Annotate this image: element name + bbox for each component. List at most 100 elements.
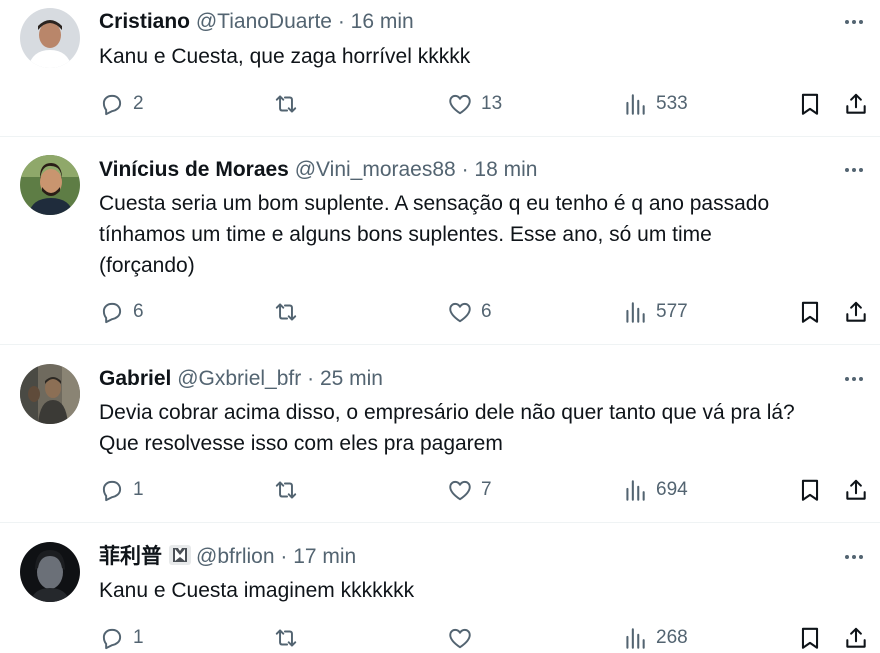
views-icon — [626, 94, 645, 115]
like-icon — [449, 628, 471, 649]
tweet-text-line: Que resolvesse isso com eles pra pagarem — [99, 432, 503, 455]
action-bar: 2 13 533 — [0, 89, 880, 119]
bookmark-icon — [801, 627, 819, 649]
more-icon — [845, 555, 863, 559]
tweet-text-line: Kanu e Cuesta, que zaga horrível kkkkk — [99, 45, 471, 68]
reply-icon — [102, 628, 122, 650]
view-count: 533 — [656, 93, 688, 114]
tweet[interactable]: 菲利普 @bfrlion · 17 min Kanu e Cuesta imagi… — [0, 523, 880, 650]
tweet-text: Cuesta seria um bom suplente. A sensação… — [99, 188, 869, 281]
avatar[interactable] — [20, 542, 80, 602]
bookmark-button[interactable] — [797, 297, 823, 327]
reply-count: 1 — [133, 479, 144, 500]
tweet-text-line: Kanu e Cuesta imaginem kkkkkkk — [99, 579, 415, 602]
retweet-button[interactable] — [273, 89, 307, 119]
more-options-button[interactable] — [842, 158, 866, 182]
bookmark-icon — [801, 479, 819, 501]
tweet-header: Vinícius de Moraes @Vini_moraes88 · 18 m… — [99, 156, 537, 184]
tweet-header: 菲利普 @bfrlion · 17 min — [99, 543, 356, 571]
avatar-photo — [20, 542, 80, 602]
reply-icon — [102, 480, 122, 502]
display-name[interactable]: Vinícius de Moraes — [99, 158, 289, 181]
separator-dot: · — [280, 545, 288, 568]
view-count: 694 — [656, 479, 688, 500]
reply-count: 6 — [133, 301, 144, 322]
display-name[interactable]: Gabriel — [99, 367, 171, 390]
like-button[interactable] — [447, 623, 481, 653]
share-button[interactable] — [843, 475, 869, 505]
views-icon — [626, 628, 645, 649]
display-name[interactable]: 菲利普 — [99, 545, 162, 568]
share-icon — [846, 479, 866, 500]
reply-icon — [102, 302, 122, 324]
bookmark-button[interactable] — [797, 475, 823, 505]
share-icon — [846, 627, 866, 648]
more-options-button[interactable] — [842, 10, 866, 34]
separator-dot: · — [337, 10, 345, 33]
user-handle[interactable]: @TianoDuarte — [196, 10, 332, 33]
tweet-text: Kanu e Cuesta, que zaga horrível kkkkk — [99, 41, 869, 72]
more-icon — [845, 377, 863, 381]
reply-count: 2 — [133, 93, 144, 114]
more-icon — [845, 168, 863, 172]
like-button[interactable]: 13 — [447, 89, 502, 119]
retweet-button[interactable] — [273, 475, 307, 505]
views-button[interactable]: 268 — [622, 623, 688, 653]
share-icon — [846, 301, 866, 322]
retweet-icon — [275, 303, 297, 321]
avatar[interactable] — [20, 8, 80, 68]
tweet[interactable]: Gabriel @Gxbriel_bfr · 25 min Devia cobr… — [0, 345, 880, 523]
timestamp[interactable]: 17 min — [293, 545, 356, 568]
tweet[interactable]: Cristiano @TianoDuarte · 16 min Kanu e C… — [0, 0, 880, 137]
tweet-header: Cristiano @TianoDuarte · 16 min — [99, 8, 414, 36]
views-button[interactable]: 533 — [622, 89, 688, 119]
display-name[interactable]: Cristiano — [99, 10, 190, 33]
tweet-text-line: Cuesta seria um bom suplente. A sensação… — [99, 192, 770, 215]
user-handle[interactable]: @bfrlion — [196, 545, 275, 568]
user-handle[interactable]: @Vini_moraes88 — [295, 158, 456, 181]
timestamp[interactable]: 18 min — [474, 158, 537, 181]
timestamp[interactable]: 25 min — [320, 367, 383, 390]
like-button[interactable]: 6 — [447, 297, 492, 327]
avatar[interactable] — [20, 364, 80, 424]
bookmark-icon — [801, 93, 819, 115]
view-count: 577 — [656, 301, 688, 322]
more-icon — [845, 20, 863, 24]
reply-button[interactable]: 1 — [99, 475, 144, 505]
retweet-icon — [275, 629, 297, 647]
reply-feed: Cristiano @TianoDuarte · 16 min Kanu e C… — [0, 0, 880, 650]
action-bar: 1 7 694 — [0, 475, 880, 505]
reply-button[interactable]: 2 — [99, 89, 144, 119]
views-icon — [626, 302, 645, 323]
share-button[interactable] — [843, 89, 869, 119]
like-button[interactable]: 7 — [447, 475, 492, 505]
retweet-button[interactable] — [273, 623, 307, 653]
views-icon — [626, 480, 645, 501]
avatar[interactable] — [20, 155, 80, 215]
more-options-button[interactable] — [842, 545, 866, 569]
like-icon — [449, 480, 471, 501]
bookmark-button[interactable] — [797, 623, 823, 653]
user-handle[interactable]: @Gxbriel_bfr — [177, 367, 301, 390]
tweet-text: Devia cobrar acima disso, o empresário d… — [99, 397, 869, 459]
reply-icon — [102, 94, 122, 116]
like-count: 13 — [481, 93, 503, 114]
share-button[interactable] — [843, 623, 869, 653]
reply-button[interactable]: 6 — [99, 297, 144, 327]
tweet[interactable]: Vinícius de Moraes @Vini_moraes88 · 18 m… — [0, 137, 880, 345]
timestamp[interactable]: 16 min — [351, 10, 414, 33]
share-button[interactable] — [843, 297, 869, 327]
bookmark-button[interactable] — [797, 89, 823, 119]
verified-org-badge-icon — [168, 544, 192, 566]
views-button[interactable]: 577 — [622, 297, 688, 327]
view-count: 268 — [656, 627, 688, 648]
reply-button[interactable]: 1 — [99, 623, 144, 653]
views-button[interactable]: 694 — [622, 475, 688, 505]
separator-dot: · — [461, 158, 469, 181]
tweet-text: Kanu e Cuesta imaginem kkkkkkk — [99, 575, 869, 606]
retweet-button[interactable] — [273, 297, 307, 327]
avatar-photo — [20, 364, 80, 424]
more-options-button[interactable] — [842, 367, 866, 391]
bookmark-icon — [801, 301, 819, 323]
like-icon — [449, 302, 471, 323]
